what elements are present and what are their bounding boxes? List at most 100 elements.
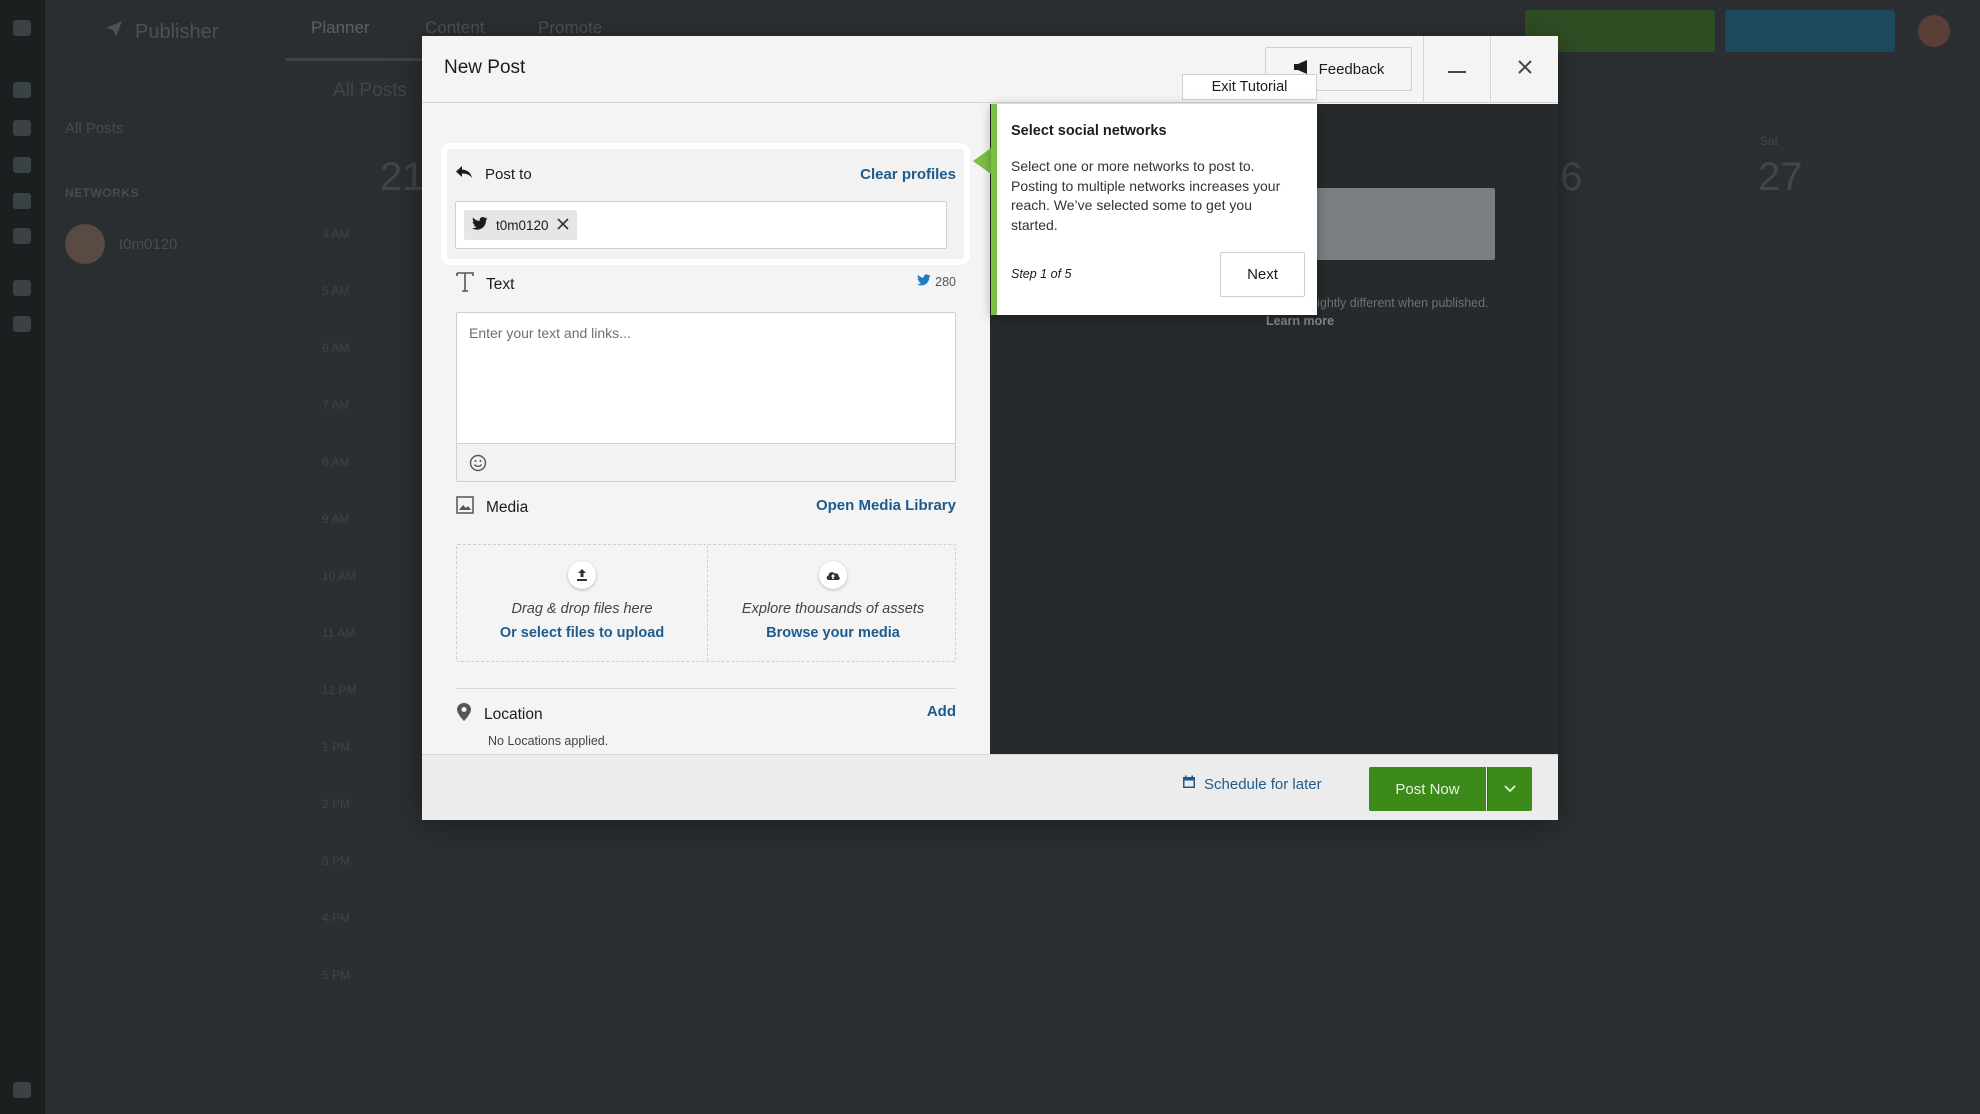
image-icon bbox=[456, 496, 474, 519]
close-icon bbox=[1517, 59, 1533, 80]
calendar-day-21: 21 bbox=[380, 155, 425, 199]
analytics-icon[interactable] bbox=[13, 157, 31, 173]
time-label: 10 AM bbox=[322, 569, 357, 583]
upload-icon bbox=[568, 561, 596, 589]
profile-selector-input[interactable]: t0m0120 bbox=[455, 201, 947, 249]
inbox-icon[interactable] bbox=[13, 193, 31, 209]
tutorial-next-button[interactable]: Next bbox=[1220, 252, 1305, 297]
tutorial-title: Select social networks bbox=[1011, 123, 1167, 139]
emoji-icon[interactable] bbox=[469, 454, 487, 477]
user-avatar[interactable] bbox=[1918, 15, 1950, 47]
compose-pane: Post to Clear profiles t0m0120 Text 280 … bbox=[422, 104, 989, 769]
publisher-sidebar: Publisher All Posts NETWORKS t0m0120 bbox=[45, 0, 285, 1114]
modal-title: New Post bbox=[444, 57, 526, 78]
tutorial-popover: Select social networks Select one or mor… bbox=[991, 104, 1317, 315]
open-media-library-link[interactable]: Open Media Library bbox=[816, 497, 956, 514]
logo-icon bbox=[13, 20, 31, 36]
browse-zone[interactable]: Explore thousands of assets Browse your … bbox=[707, 545, 957, 661]
text-label: Text bbox=[456, 272, 956, 297]
time-label: 8 AM bbox=[322, 455, 350, 469]
exit-tutorial-button[interactable]: Exit Tutorial bbox=[1182, 74, 1317, 100]
character-count: 280 bbox=[917, 274, 956, 289]
location-label: Location bbox=[456, 702, 956, 727]
minimize-button[interactable] bbox=[1423, 36, 1490, 103]
upload-zone[interactable]: Drag & drop files here Or select files t… bbox=[457, 545, 707, 661]
time-label: 5 AM bbox=[322, 284, 350, 298]
calendar-day-27: 27 bbox=[1758, 155, 1803, 199]
calendar-icon bbox=[1182, 775, 1196, 793]
time-label: 4 AM bbox=[322, 227, 350, 241]
cloud-upload-icon bbox=[819, 561, 847, 589]
tutorial-body: Select one or more networks to post to. … bbox=[1011, 158, 1281, 233]
time-label: 1 PM bbox=[322, 740, 351, 754]
location-section: Location Add bbox=[456, 702, 956, 727]
apps-icon[interactable] bbox=[13, 228, 31, 244]
post-text-input[interactable]: Enter your text and links... bbox=[456, 312, 956, 482]
profile-chip-name: t0m0120 bbox=[496, 217, 549, 233]
calendar-weekday-sat: Sat bbox=[1760, 134, 1779, 148]
tutorial-pointer bbox=[973, 148, 991, 174]
learn-more-link[interactable]: Learn more bbox=[1266, 314, 1334, 328]
clear-profiles-link[interactable]: Clear profiles bbox=[860, 166, 956, 183]
text-toolbar bbox=[457, 443, 955, 481]
new-post-button[interactable] bbox=[1725, 10, 1895, 52]
post-options-dropdown[interactable] bbox=[1487, 767, 1532, 811]
close-button[interactable] bbox=[1491, 36, 1558, 103]
feedback-label: Feedback bbox=[1318, 60, 1385, 78]
time-label: 12 PM bbox=[322, 683, 357, 697]
twitter-icon bbox=[472, 217, 488, 233]
tab-planner[interactable]: Planner bbox=[311, 18, 370, 38]
streams-icon[interactable] bbox=[13, 82, 31, 98]
profile-chip: t0m0120 bbox=[464, 210, 577, 240]
reply-arrow-icon bbox=[455, 165, 473, 183]
chevron-down-icon bbox=[1504, 780, 1516, 798]
paper-plane-icon bbox=[105, 20, 123, 44]
minimize-icon bbox=[1447, 61, 1466, 79]
section-divider bbox=[456, 688, 956, 689]
time-label: 2 PM bbox=[322, 797, 351, 811]
avatar bbox=[65, 224, 105, 264]
select-files-link[interactable]: Or select files to upload bbox=[457, 625, 707, 641]
tutorial-step: Step 1 of 5 bbox=[1011, 267, 1072, 281]
publisher-title: Publisher bbox=[105, 20, 218, 44]
post-to-label: Post to bbox=[455, 165, 532, 183]
sidebar-item-all-posts[interactable]: All Posts bbox=[65, 120, 123, 137]
settings-icon[interactable] bbox=[13, 1082, 31, 1098]
app-icon-rail bbox=[0, 0, 45, 1114]
remove-profile-icon[interactable] bbox=[556, 217, 569, 233]
post-now-button[interactable]: Post Now bbox=[1369, 767, 1486, 811]
text-format-icon bbox=[456, 272, 474, 297]
networks-heading: NETWORKS bbox=[65, 186, 139, 200]
schedule-for-later-button[interactable]: Schedule for later bbox=[1182, 775, 1322, 793]
time-label: 9 AM bbox=[322, 512, 350, 526]
tab-content[interactable]: Content bbox=[425, 18, 485, 38]
media-section: Media Open Media Library bbox=[456, 496, 956, 519]
media-dropzone[interactable]: Drag & drop files here Or select files t… bbox=[456, 544, 956, 662]
tools-icon[interactable] bbox=[13, 280, 31, 296]
add-location-link[interactable]: Add bbox=[927, 703, 956, 720]
time-label: 4 PM bbox=[322, 911, 351, 925]
drag-drop-text: Drag & drop files here bbox=[511, 601, 653, 617]
twitter-icon bbox=[917, 274, 931, 289]
publisher-icon[interactable] bbox=[13, 120, 31, 136]
profile-name: t0m0120 bbox=[119, 235, 178, 253]
modal-footer: Schedule for later Post Now bbox=[422, 754, 1558, 820]
post-to-section: Post to Clear profiles t0m0120 bbox=[447, 149, 964, 259]
explore-assets-text: Explore thousands of assets bbox=[741, 601, 925, 617]
time-label: 11 AM bbox=[322, 626, 356, 640]
view-title: All Posts bbox=[333, 80, 407, 101]
location-pin-icon bbox=[456, 702, 472, 727]
sidebar-profile[interactable]: t0m0120 bbox=[65, 224, 177, 264]
tab-promote[interactable]: Promote bbox=[538, 18, 602, 38]
time-label: 3 PM bbox=[322, 854, 351, 868]
time-label: 7 AM bbox=[322, 398, 350, 412]
time-label: 5 PM bbox=[322, 968, 351, 982]
text-section: Text 280 bbox=[456, 272, 956, 297]
browse-media-link[interactable]: Browse your media bbox=[708, 625, 958, 641]
help-icon[interactable] bbox=[13, 316, 31, 332]
modal-header: New Post Feedback bbox=[422, 36, 1558, 103]
time-label: 6 AM bbox=[322, 341, 350, 355]
no-locations-text: No Locations applied. bbox=[488, 734, 609, 748]
active-tab-indicator bbox=[285, 58, 425, 61]
text-placeholder: Enter your text and links... bbox=[469, 325, 631, 341]
